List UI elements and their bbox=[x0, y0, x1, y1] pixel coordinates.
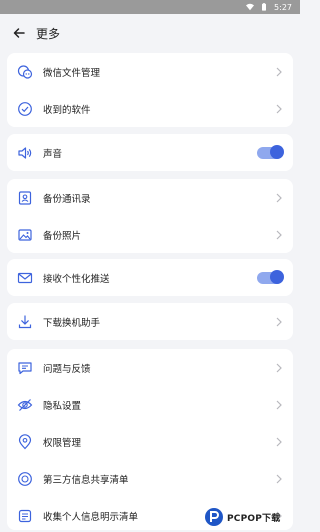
wechat-file-management-item[interactable]: 微信文件管理 bbox=[7, 53, 293, 90]
permission-management-item[interactable]: 权限管理 bbox=[7, 423, 293, 460]
chevron-right-icon bbox=[276, 363, 282, 372]
watermark: PCPOP下载 bbox=[204, 506, 298, 528]
chevron-right-icon bbox=[276, 67, 282, 76]
chevron-right-icon bbox=[276, 230, 282, 239]
battery-icon bbox=[262, 3, 267, 11]
received-software-item[interactable]: 收到的软件 bbox=[7, 90, 293, 127]
download-migration-assistant-item[interactable]: 下载换机助手 bbox=[7, 303, 293, 340]
pcpop-logo-icon bbox=[205, 508, 223, 526]
personalized-push-item: 接收个性化推送 bbox=[7, 259, 293, 296]
settings-group-backup: 备份通讯录 备份照片 bbox=[7, 179, 293, 253]
arrow-left-icon bbox=[13, 28, 25, 38]
wechat-files-icon bbox=[17, 64, 33, 80]
watermark-text: PCPOP下载 bbox=[227, 513, 281, 524]
download-icon bbox=[17, 314, 33, 330]
backup-photos-label: 备份照片 bbox=[43, 230, 82, 242]
backup-contacts-item[interactable]: 备份通讯录 bbox=[7, 179, 293, 216]
chevron-right-icon bbox=[276, 317, 282, 326]
settings-group-download: 下载换机助手 bbox=[7, 303, 293, 340]
settings-group-privacy: 问题与反馈 隐私设置 权限管理 第三方信息共享清单 收集个人信息明示清单 bbox=[7, 349, 293, 530]
third-party-sharing-list-label: 第三方信息共享清单 bbox=[43, 474, 129, 486]
toggle-knob bbox=[270, 144, 284, 159]
settings-group-sound: 声音 bbox=[7, 134, 293, 171]
sound-item: 声音 bbox=[7, 134, 293, 171]
chevron-right-icon bbox=[276, 400, 282, 409]
permission-management-label: 权限管理 bbox=[43, 437, 82, 449]
status-bar: 5:27 bbox=[0, 0, 300, 14]
feedback-item[interactable]: 问题与反馈 bbox=[7, 349, 293, 386]
check-circle-icon bbox=[17, 101, 33, 117]
chevron-right-icon bbox=[276, 437, 282, 446]
personalized-push-toggle[interactable] bbox=[257, 269, 284, 284]
backup-contacts-label: 备份通讯录 bbox=[43, 193, 91, 205]
chevron-right-icon bbox=[276, 193, 282, 202]
settings-group-push: 接收个性化推送 bbox=[7, 259, 293, 296]
backup-photos-item[interactable]: 备份照片 bbox=[7, 216, 293, 253]
chevron-right-icon bbox=[276, 474, 282, 483]
location-shield-icon bbox=[17, 433, 33, 450]
sound-label: 声音 bbox=[43, 148, 63, 160]
chevron-right-icon bbox=[276, 104, 282, 113]
header: 更多 bbox=[0, 14, 300, 52]
privacy-settings-label: 隐私设置 bbox=[43, 400, 82, 412]
contact-card-icon bbox=[17, 190, 33, 206]
eye-off-icon bbox=[17, 397, 33, 413]
photo-icon bbox=[17, 227, 33, 243]
download-migration-assistant-label: 下载换机助手 bbox=[43, 317, 101, 329]
speaker-icon bbox=[17, 145, 33, 161]
personalized-push-label: 接收个性化推送 bbox=[43, 273, 110, 285]
feedback-icon bbox=[17, 360, 33, 376]
wifi-icon bbox=[246, 3, 255, 11]
wechat-file-management-label: 微信文件管理 bbox=[43, 67, 101, 79]
share-list-icon bbox=[17, 471, 33, 487]
settings-group-files: 微信文件管理 收到的软件 bbox=[7, 53, 293, 127]
feedback-label: 问题与反馈 bbox=[43, 363, 91, 375]
third-party-sharing-list-item[interactable]: 第三方信息共享清单 bbox=[7, 460, 293, 497]
page-title: 更多 bbox=[36, 26, 61, 41]
privacy-settings-item[interactable]: 隐私设置 bbox=[7, 386, 293, 423]
received-software-label: 收到的软件 bbox=[43, 104, 91, 116]
status-time: 5:27 bbox=[274, 2, 292, 12]
toggle-knob bbox=[270, 269, 284, 284]
back-button[interactable] bbox=[10, 24, 28, 42]
collect-list-icon bbox=[17, 508, 33, 524]
sound-toggle[interactable] bbox=[257, 144, 284, 159]
envelope-icon bbox=[17, 270, 33, 286]
